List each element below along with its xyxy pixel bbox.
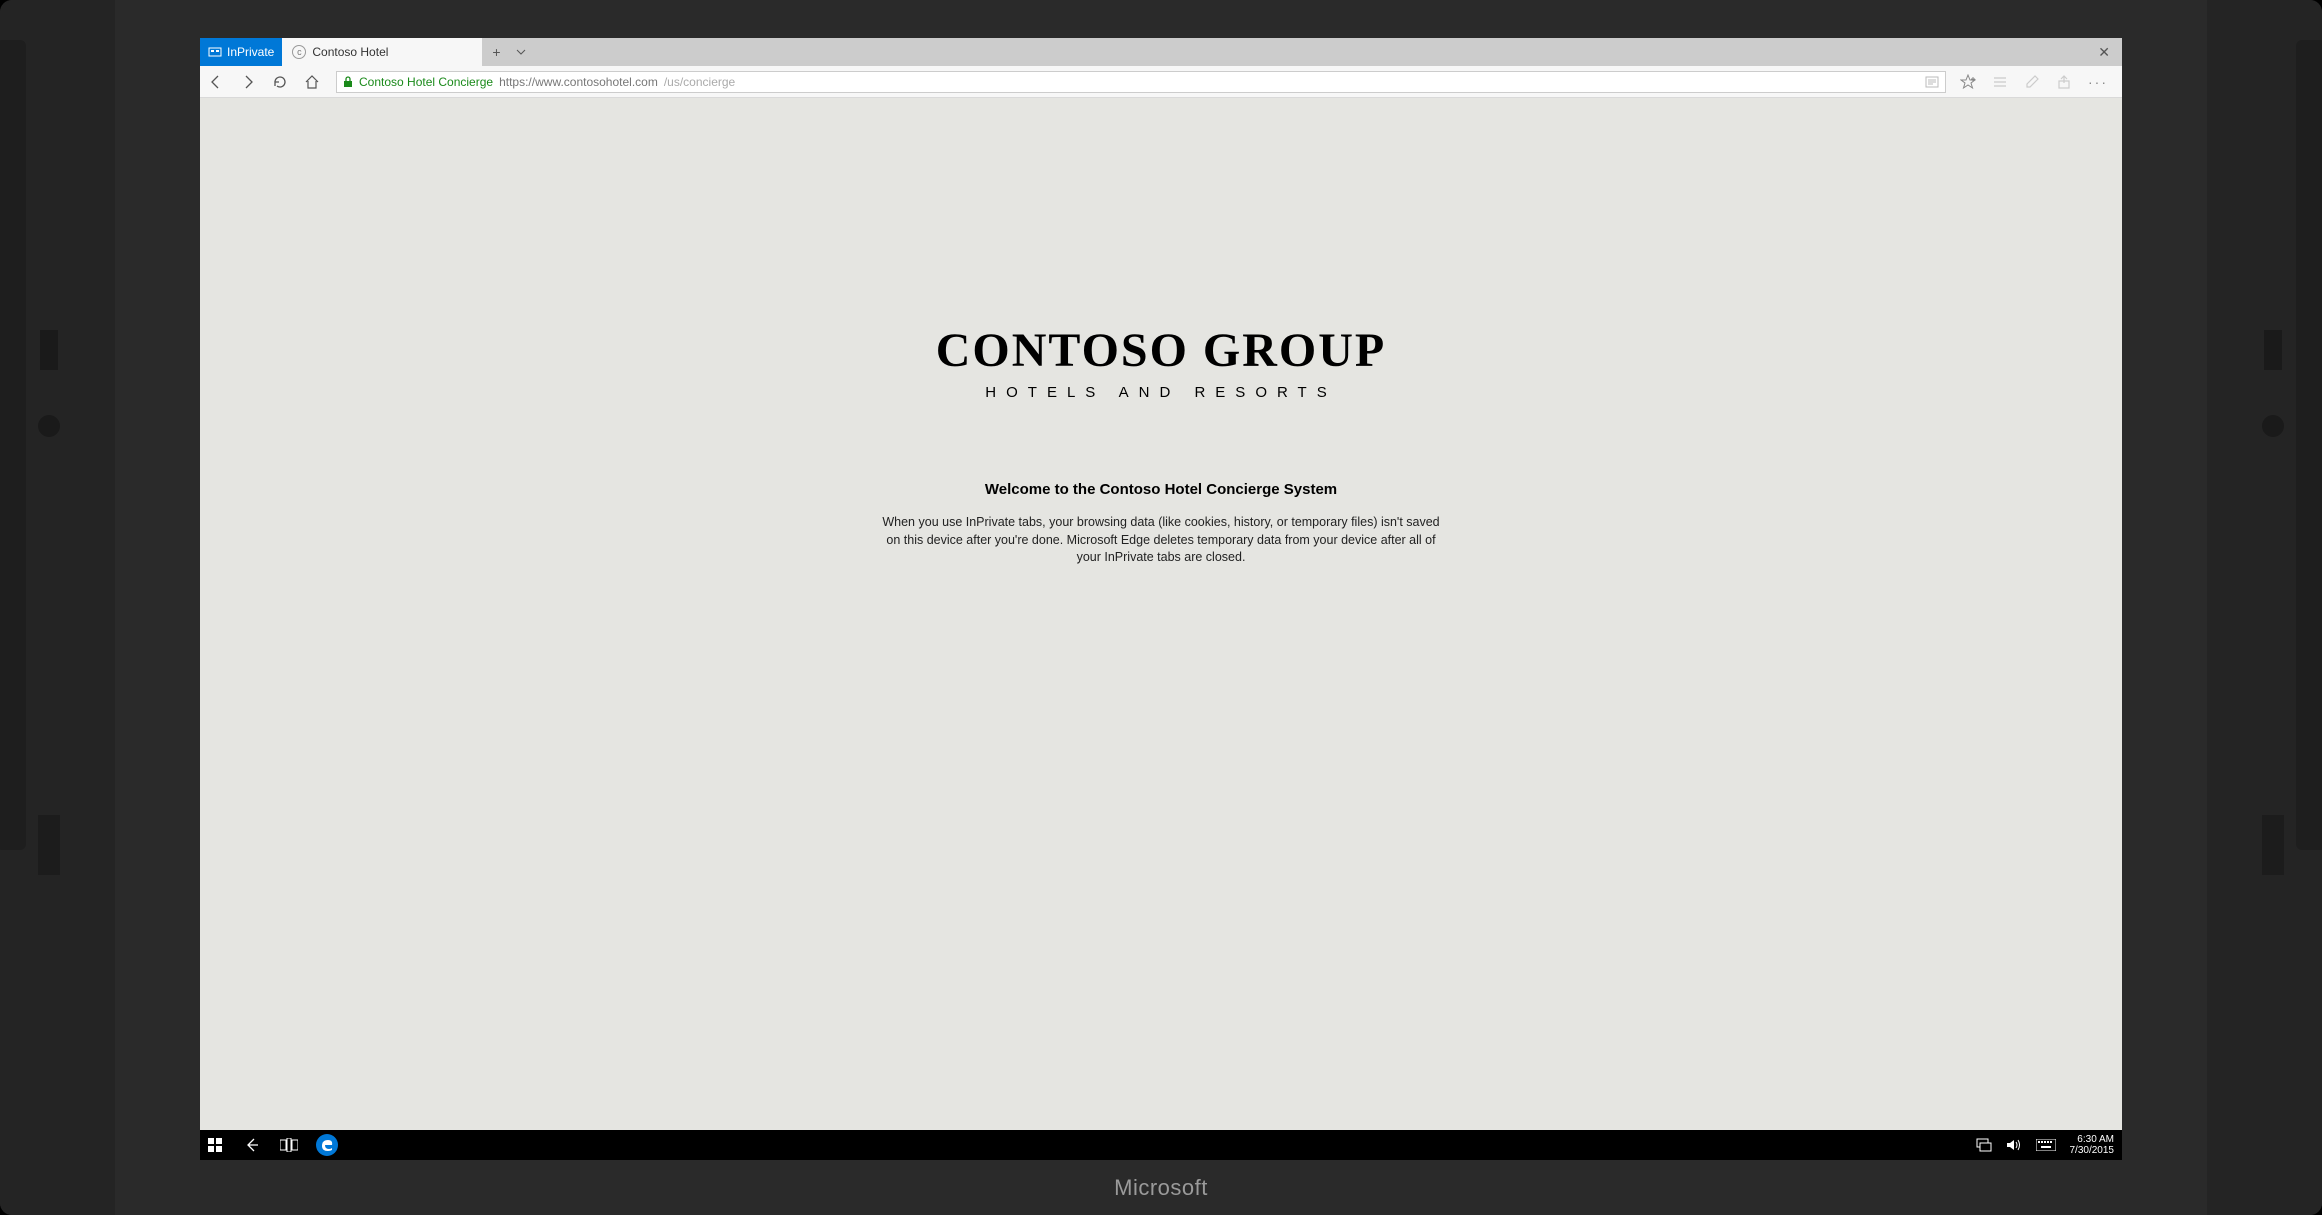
- tab-strip: InPrivate c Contoso Hotel + ✕: [200, 38, 2122, 66]
- taskbar-clock[interactable]: 6:30 AM 7/30/2015: [2070, 1134, 2115, 1156]
- site-identity-label: Contoso Hotel Concierge: [359, 75, 493, 89]
- tab-overflow-button[interactable]: [515, 46, 527, 58]
- stylus-holder-left: [0, 40, 26, 850]
- connect-icon[interactable]: [1976, 1138, 1992, 1152]
- url-path: /us/concierge: [664, 75, 735, 89]
- forward-button[interactable]: [240, 74, 258, 90]
- task-view-button[interactable]: [280, 1138, 298, 1152]
- address-bar[interactable]: Contoso Hotel Concierge https://www.cont…: [336, 71, 1946, 93]
- taskbar: 6:30 AM 7/30/2015: [200, 1130, 2122, 1160]
- tab-title: Contoso Hotel: [312, 45, 388, 59]
- brand-logo-main: CONTOSO GROUP: [936, 323, 1387, 378]
- inprivate-badge: InPrivate: [200, 38, 282, 66]
- lock-icon: [343, 76, 353, 88]
- screen: InPrivate c Contoso Hotel + ✕: [200, 38, 2122, 1160]
- keyboard-icon[interactable]: [2036, 1139, 2056, 1151]
- volume-icon[interactable]: [2006, 1138, 2022, 1152]
- browser-tab[interactable]: c Contoso Hotel: [282, 38, 482, 66]
- clock-date: 7/30/2015: [2070, 1145, 2115, 1156]
- favicon-icon: c: [292, 45, 306, 59]
- inprivate-icon: [208, 45, 222, 59]
- web-note-button[interactable]: [2024, 74, 2040, 90]
- brand-logo-sub: HOTELS AND RESORTS: [985, 384, 1336, 401]
- device-brand-label: Microsoft: [1114, 1175, 1208, 1201]
- nav-bar: Contoso Hotel Concierge https://www.cont…: [200, 66, 2122, 98]
- back-button[interactable]: [208, 74, 226, 90]
- share-button[interactable]: [2056, 74, 2072, 90]
- refresh-button[interactable]: [272, 74, 290, 90]
- start-button[interactable]: [208, 1138, 226, 1152]
- device-bezel: InPrivate c Contoso Hotel + ✕: [0, 0, 2322, 1215]
- welcome-heading: Welcome to the Contoso Hotel Concierge S…: [985, 481, 1337, 498]
- reading-list-button[interactable]: [1992, 74, 2008, 90]
- url-host: https://www.contosohotel.com: [499, 75, 658, 89]
- taskbar-back-button[interactable]: [244, 1137, 262, 1153]
- stylus-holder-right: [2296, 40, 2322, 850]
- clock-time: 6:30 AM: [2077, 1134, 2114, 1145]
- inprivate-label: InPrivate: [227, 45, 274, 59]
- reading-view-button[interactable]: [1925, 75, 1939, 89]
- favorites-button[interactable]: [1960, 74, 1976, 90]
- welcome-description: When you use InPrivate tabs, your browsi…: [881, 514, 1441, 567]
- home-button[interactable]: [304, 74, 322, 90]
- taskbar-app-edge[interactable]: [316, 1134, 338, 1156]
- window-close-button[interactable]: ✕: [2086, 38, 2122, 66]
- new-tab-button[interactable]: +: [492, 44, 500, 60]
- more-button[interactable]: ···: [2088, 74, 2108, 90]
- page-content: CONTOSO GROUP HOTELS AND RESORTS Welcome…: [200, 98, 2122, 1130]
